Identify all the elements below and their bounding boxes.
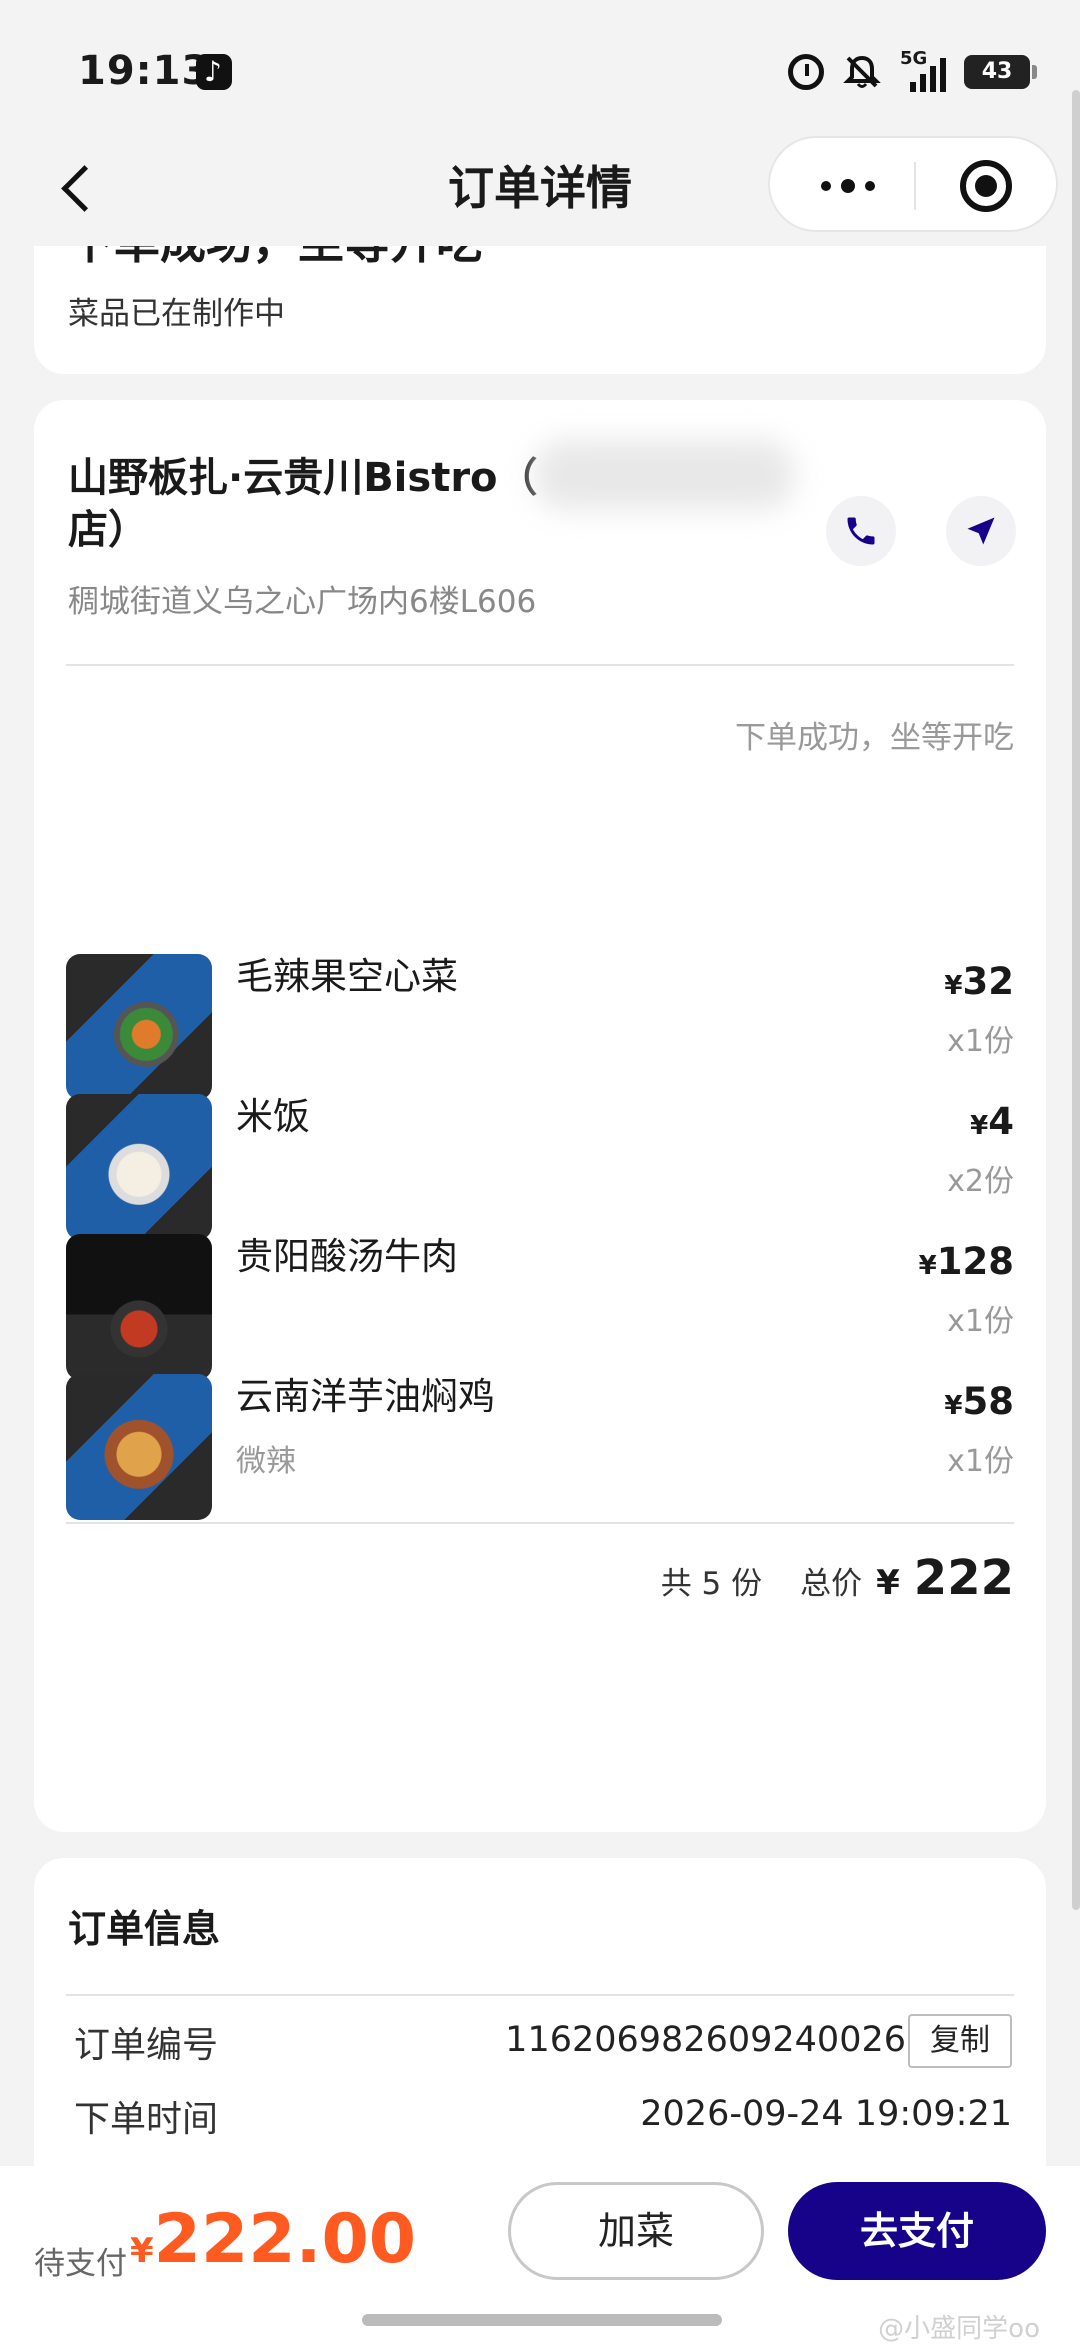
divider: [66, 1994, 1014, 1996]
status-icons: 5G 43: [788, 48, 1037, 92]
watermark: @小盛同学oo: [878, 2314, 1040, 2344]
store-name-line1: 山野板扎·云贵川Bistro（: [68, 455, 538, 501]
more-dots-icon[interactable]: [808, 168, 888, 204]
order-time-value: 2026-09-24 19:09:21: [640, 2094, 1012, 2134]
bell-muted-icon: [842, 52, 882, 92]
dish-image: [66, 1234, 212, 1380]
dish-price: ¥128: [919, 1240, 1014, 1283]
mini-program-capsule: [768, 136, 1058, 232]
order-info-title: 订单信息: [68, 1907, 221, 1951]
dish-currency: ¥: [918, 1251, 937, 1281]
dish-price: ¥32: [944, 960, 1014, 1003]
nav-bar: 订单详情: [0, 130, 1080, 246]
phone-icon: [847, 517, 875, 545]
navigation-arrow-icon: [967, 517, 995, 545]
status-bar: 19:13 5G 43: [0, 0, 1080, 130]
dish-currency: ¥: [944, 971, 963, 1001]
status-subtitle: 菜品已在制作中: [68, 296, 285, 332]
store-name-line2: 店）: [68, 507, 148, 553]
add-dish-button[interactable]: 加菜: [508, 2182, 764, 2280]
dish-name: 贵阳酸汤牛肉: [236, 1235, 458, 1278]
dish-quantity: x1份: [947, 1444, 1014, 1479]
list-item[interactable]: 贵阳酸汤牛肉 ¥128 x1份: [66, 1234, 1014, 1380]
scrollbar[interactable]: [1072, 90, 1080, 1910]
signal-icon: 5G: [900, 48, 946, 92]
navigate-button[interactable]: [946, 496, 1016, 566]
order-status-text: 下单成功，坐等开吃: [735, 720, 1014, 756]
battery-icon: 43: [964, 55, 1037, 89]
dish-currency: ¥: [970, 1111, 989, 1141]
order-status-card: 下单成功，坐等开吃 菜品已在制作中: [34, 246, 1046, 374]
dish-quantity: x2份: [947, 1164, 1014, 1199]
alarm-icon: [788, 54, 824, 90]
home-indicator[interactable]: [362, 2314, 722, 2326]
copy-button[interactable]: 复制: [908, 2014, 1012, 2068]
order-number-row: 订单编号 116206982609240026 复制: [74, 2008, 1012, 2068]
dish-image: [66, 1094, 212, 1240]
dish-name: 云南洋芋油焖鸡: [236, 1375, 495, 1418]
dish-name: 米饭: [236, 1095, 310, 1138]
tiktok-icon: [196, 54, 232, 90]
dish-quantity: x1份: [947, 1024, 1014, 1059]
dish-currency: ¥: [944, 1391, 963, 1421]
dish-image: [66, 954, 212, 1100]
dish-price: ¥4: [970, 1100, 1014, 1143]
order-number-label: 订单编号: [74, 2025, 219, 2066]
order-number-value: 116206982609240026: [505, 2020, 906, 2060]
order-time-label: 下单时间: [74, 2099, 219, 2140]
dish-price-value: 32: [962, 960, 1015, 1003]
pay-amount-value: 222.00: [153, 2200, 417, 2279]
target-icon[interactable]: [960, 160, 1012, 212]
pay-button[interactable]: 去支付: [788, 2182, 1046, 2280]
dish-quantity: x1份: [947, 1304, 1014, 1339]
status-time: 19:13: [78, 48, 211, 94]
list-item[interactable]: 云南洋芋油焖鸡微辣 ¥58 x1份: [66, 1374, 1014, 1520]
dish-price-value: 58: [962, 1380, 1015, 1423]
dish-price: ¥58: [944, 1380, 1014, 1423]
order-info-card: 订单信息 订单编号 116206982609240026 复制 下单时间 202…: [34, 1858, 1046, 2218]
dish-price-value: 128: [936, 1240, 1014, 1283]
dish-price-value: 4: [988, 1100, 1014, 1143]
list-item[interactable]: 米饭 ¥4 x2份: [66, 1094, 1014, 1240]
divider: [66, 664, 1014, 666]
dish-spec: 微辣: [236, 1444, 296, 1479]
dish-image: [66, 1374, 212, 1520]
pay-label: 待支付: [34, 2246, 127, 2282]
store-address: 稠城街道义乌之心广场内6楼L606: [68, 584, 537, 620]
pay-amount: ¥222.00: [130, 2200, 416, 2279]
dish-name: 毛辣果空心菜: [236, 955, 458, 998]
capsule-divider: [914, 162, 916, 210]
pay-currency: ¥: [130, 2231, 154, 2271]
status-title: 下单成功，坐等开吃: [68, 246, 482, 272]
order-time-row: 下单时间 2026-09-24 19:09:21: [74, 2082, 1012, 2142]
call-button[interactable]: [826, 496, 896, 566]
redacted-blur: [534, 440, 794, 510]
list-item[interactable]: 毛辣果空心菜 ¥32 x1份: [66, 954, 1014, 1100]
